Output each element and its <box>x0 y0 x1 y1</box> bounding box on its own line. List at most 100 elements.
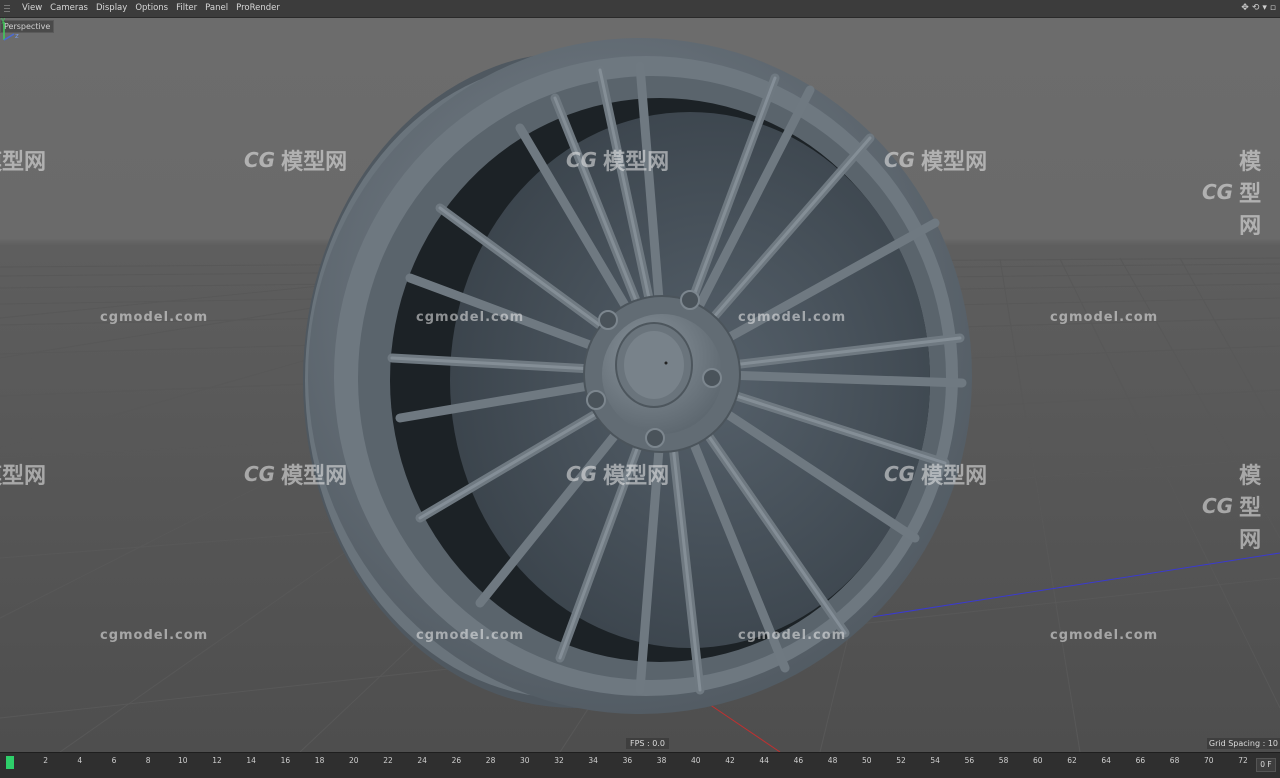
current-frame-field[interactable]: 0 F <box>1256 758 1276 772</box>
svg-text:z: z <box>15 32 19 40</box>
watermark-logo-icon: CG <box>566 462 598 486</box>
timeline-tick-label: 36 <box>622 756 633 765</box>
timeline-tick-label: 8 <box>145 756 151 765</box>
watermark-logo-icon: CG <box>566 148 598 172</box>
menu-display[interactable]: Display <box>92 0 131 17</box>
menu-panel[interactable]: Panel <box>201 0 232 17</box>
timeline-tick-label: 26 <box>451 756 462 765</box>
timeline-tick-label: 46 <box>793 756 804 765</box>
timeline-tick-label: 38 <box>656 756 667 765</box>
timeline-tick-label: 56 <box>964 756 975 765</box>
move-view-icon[interactable]: ✥ <box>1241 2 1249 14</box>
timeline-tick-label: 18 <box>314 756 325 765</box>
watermark-cn: CG 模型网 <box>244 458 347 490</box>
timeline-tick-label: 32 <box>554 756 564 765</box>
timeline-tick-label: 14 <box>246 756 256 765</box>
timeline-tick-label: 60 <box>1033 756 1043 765</box>
timeline-tick-label: 72 <box>1238 756 1248 765</box>
watermark-cn: 模型网 <box>0 144 46 176</box>
watermark-cn-text: 模型网 <box>281 150 348 175</box>
maximize-view-icon[interactable]: ▫ <box>1270 2 1276 14</box>
wheel-model <box>303 38 972 714</box>
axis-gizmo-icon: y z <box>1 18 19 41</box>
watermark-url: cgmodel.com <box>738 310 847 325</box>
fps-readout: FPS : 0.0 <box>626 738 670 749</box>
timeline-tick-label: 54 <box>930 756 940 765</box>
watermark-url: cgmodel.com <box>738 628 847 643</box>
watermark-cn: CG 模型网 <box>566 458 669 490</box>
timeline-tick-label: 62 <box>1067 756 1077 765</box>
watermark-cn: CG 模型网 <box>1202 144 1280 240</box>
watermark-url: cgmodel.com <box>100 310 209 325</box>
zoom-view-icon[interactable]: ▾ <box>1262 2 1267 14</box>
watermark-cn-text: 模型网 <box>603 150 670 175</box>
watermark-cn-text: 模型网 <box>281 464 348 489</box>
watermark-cn-text: 模型网 <box>921 150 988 175</box>
timeline-tick-label: 24 <box>417 756 427 765</box>
timeline-tick-label: 12 <box>212 756 222 765</box>
watermark-url: cgmodel.com <box>100 628 209 643</box>
watermark-cn: CG 模型网 <box>884 458 987 490</box>
watermark-url: cgmodel.com <box>416 628 525 643</box>
watermark-cn: CG 模型网 <box>884 144 987 176</box>
rotate-view-icon[interactable]: ⟲ <box>1252 2 1260 14</box>
timeline-tick-label: 40 <box>691 756 701 765</box>
watermark-url: cgmodel.com <box>1050 628 1159 643</box>
timeline-tick-label: 50 <box>862 756 872 765</box>
watermark-cn-text: 模型网 <box>1239 150 1262 239</box>
timeline-tick-label: 10 <box>178 756 188 765</box>
svg-text:y: y <box>1 18 5 24</box>
watermark-cn: 模型网 <box>0 458 46 490</box>
watermark-url: cgmodel.com <box>418 18 526 19</box>
menu-view[interactable]: View <box>18 0 46 17</box>
watermark-cn-text: 模型网 <box>0 150 47 175</box>
timeline-tick-label: 16 <box>280 756 291 765</box>
timeline-tick-label: 70 <box>1204 756 1214 765</box>
watermark-cn: CG 模型网 <box>1202 458 1280 554</box>
perspective-viewport[interactable]: Perspective cgmodel.com cgmodel.com cgmo… <box>0 18 1280 752</box>
grid-spacing-readout: Grid Spacing : 10 <box>1206 738 1280 749</box>
timeline-tick-label: 30 <box>520 756 530 765</box>
timeline-tick-label: 68 <box>1169 756 1180 765</box>
timeline-tick-label: 20 <box>349 756 359 765</box>
timeline-tick-label: 64 <box>1101 756 1111 765</box>
timeline-tick-label: 52 <box>896 756 906 765</box>
watermark-cn-text: 模型网 <box>603 464 670 489</box>
timeline-playhead[interactable] <box>6 756 14 769</box>
cinema4d-window: View Cameras Display Options Filter Pane… <box>0 0 1280 778</box>
watermark-url: cgmodel.com <box>738 18 846 19</box>
timeline-tick-label: 48 <box>827 756 838 765</box>
timeline-ruler[interactable]: 0246810121416182022242628303234363840424… <box>0 756 1255 769</box>
timeline-tick-label: 58 <box>998 756 1009 765</box>
watermark-logo-icon: CG <box>244 148 276 172</box>
timeline-tick-label: 2 <box>43 756 48 765</box>
viewport-menubar: View Cameras Display Options Filter Pane… <box>0 0 1280 18</box>
menu-filter[interactable]: Filter <box>172 0 201 17</box>
menu-cameras[interactable]: Cameras <box>46 0 92 17</box>
timeline-tick-label: 6 <box>111 756 117 765</box>
panel-grip-icon[interactable] <box>2 0 12 17</box>
timeline-tick-label: 34 <box>588 756 598 765</box>
timeline-tick-label: 22 <box>383 756 393 765</box>
x-axis-line <box>699 697 781 752</box>
watermark-url: cgmodel.com <box>1050 18 1158 19</box>
watermark-url: cgmodel.com <box>1050 310 1159 325</box>
timeline-tick-label: 44 <box>759 756 769 765</box>
watermark-logo-icon: CG <box>884 148 916 172</box>
viewport-nav-icons: ✥ ⟲ ▾ ▫ <box>1241 2 1276 14</box>
timeline-tick-label: 28 <box>485 756 496 765</box>
watermark-logo-icon: CG <box>1202 494 1234 518</box>
watermark-cn: CG 模型网 <box>566 144 669 176</box>
watermark-logo-icon: CG <box>884 462 916 486</box>
watermark-url: cgmodel.com <box>416 310 525 325</box>
timeline-tick-label: 4 <box>77 756 83 765</box>
timeline-tick-label: 66 <box>1135 756 1146 765</box>
menu-prorender[interactable]: ProRender <box>232 0 284 17</box>
watermark-cn-text: 模型网 <box>1239 464 1262 553</box>
timeline-tick-label: 42 <box>725 756 735 765</box>
watermark-logo-icon: CG <box>244 462 276 486</box>
watermark-logo-icon: CG <box>1202 180 1234 204</box>
watermark-cn-text: 模型网 <box>921 464 988 489</box>
timeline[interactable]: 0246810121416182022242628303234363840424… <box>0 752 1280 778</box>
menu-options[interactable]: Options <box>131 0 172 17</box>
